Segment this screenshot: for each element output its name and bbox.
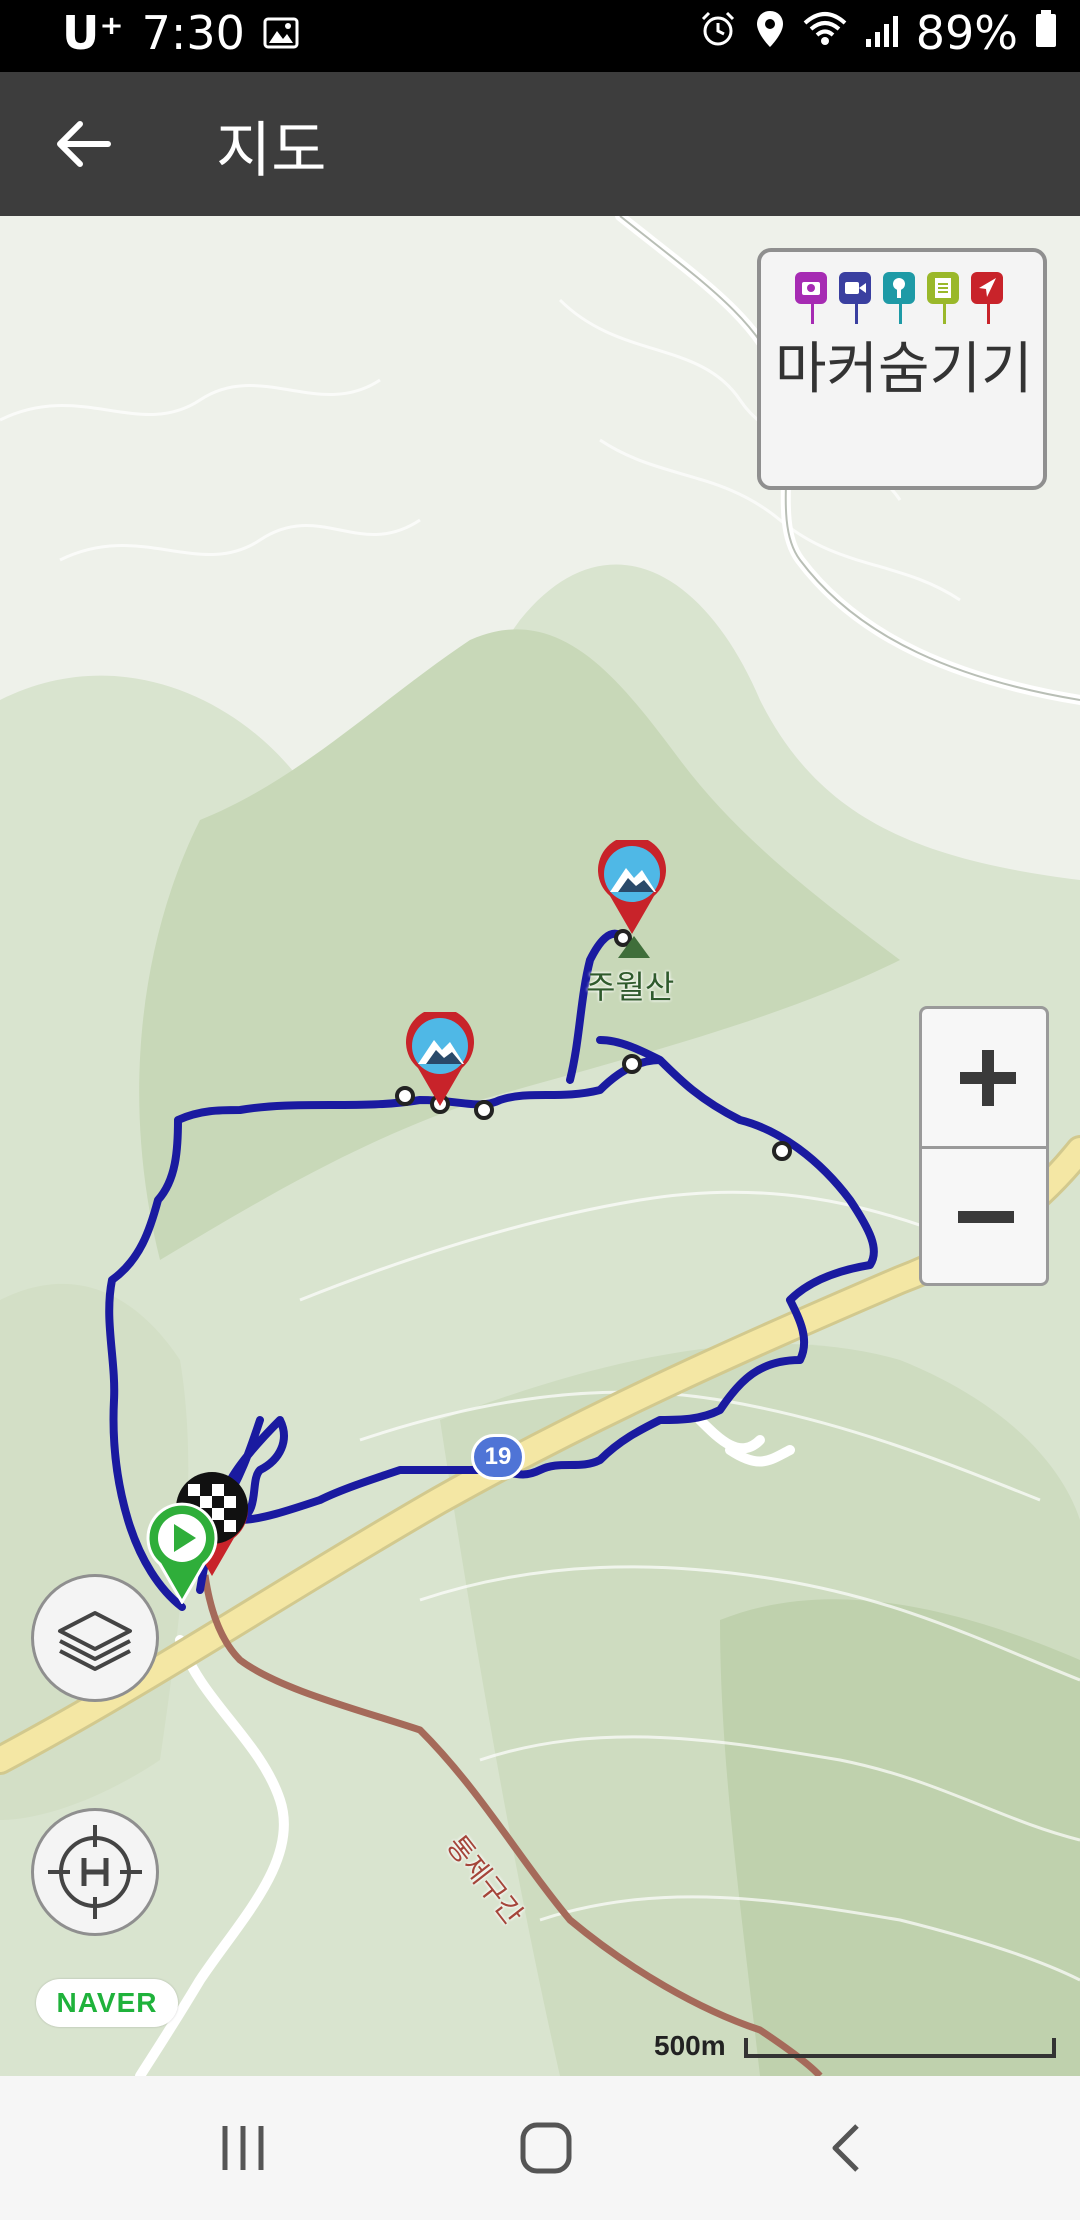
hide-markers-panel[interactable]: 마커숨기기 [757, 248, 1047, 490]
image-icon [263, 6, 299, 60]
carrier-label: U⁺ [62, 6, 124, 60]
wifi-icon [802, 6, 848, 60]
battery-icon [1034, 6, 1058, 60]
layers-button[interactable] [31, 1574, 159, 1702]
navigation-icon [969, 270, 1005, 326]
clock: 7:30 [141, 6, 245, 60]
signal-icon [864, 6, 900, 60]
scale-bar [744, 2038, 1056, 2058]
home-locate-button[interactable] [31, 1808, 159, 1936]
location-icon [754, 6, 786, 60]
peak-label: 주월산 [586, 968, 675, 1006]
road-number-label: 19 [484, 1443, 512, 1470]
alarm-icon [698, 6, 738, 60]
recent-apps-icon[interactable] [211, 2116, 275, 2180]
system-nav-bar [0, 2076, 1080, 2220]
video-icon [837, 270, 873, 326]
page-title: 지도 [216, 116, 327, 186]
home-crosshair-icon [48, 1825, 142, 1919]
zoom-in-button[interactable] [922, 1009, 1046, 1149]
layers-icon [58, 1611, 132, 1671]
hide-markers-label: 마커숨기기 [775, 337, 1033, 402]
mountain-photo-marker[interactable] [596, 836, 668, 936]
mic-icon [881, 270, 917, 326]
battery-label: 89% [915, 6, 1018, 60]
zoom-controls [919, 1006, 1049, 1286]
map-view[interactable]: 19 주월산 통제구간 마커숨기기 NAVER 500m [0, 216, 1080, 2076]
scale-label: 500m [654, 2030, 726, 2061]
status-bar: U⁺ 7:30 89% [0, 0, 1080, 72]
marker-type-pins [793, 270, 1005, 326]
app-bar: 지도 [0, 72, 1080, 216]
mountain-photo-marker[interactable] [404, 1008, 476, 1108]
arrow-left-icon[interactable] [52, 112, 116, 176]
nav-back-icon[interactable] [817, 2116, 881, 2180]
home-circle-icon[interactable] [514, 2116, 578, 2180]
road-number-badge: 19 [471, 1434, 525, 1480]
camera-icon [793, 270, 829, 326]
note-icon [925, 270, 961, 326]
map-canvas[interactable] [0, 216, 1080, 2076]
naver-logo: NAVER [36, 1979, 178, 2027]
zoom-out-button[interactable] [922, 1149, 1046, 1286]
